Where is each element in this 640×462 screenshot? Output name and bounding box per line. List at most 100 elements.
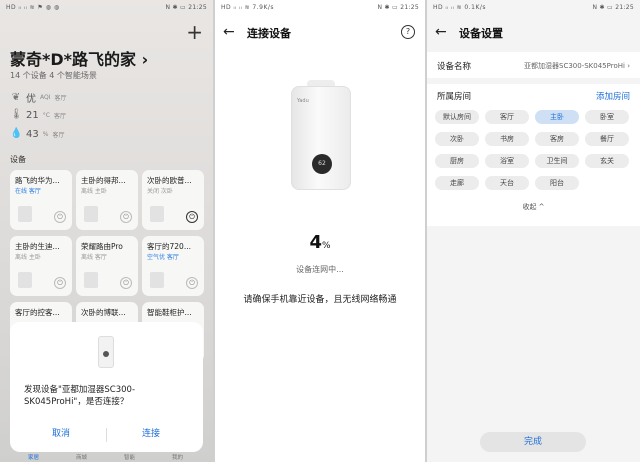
progress-percent: 4% [215,232,425,253]
power-icon[interactable]: ⏻ [186,277,198,289]
device-thumbnail [18,272,32,288]
power-icon[interactable]: ⏻ [120,277,132,289]
status-bar: HD ᵢₗ ᵢₗ ≋ 7.9K/s N ✱ ▭ 21:25 [215,0,425,14]
status-left: HD ᵢₗ ᵢₗ ≋ 7.9K/s [221,4,275,11]
air-room: 客厅 [54,95,67,102]
room-chip[interactable]: 卫生间 [535,154,579,168]
device-card-name: 智能鞋柜护... [147,308,192,317]
tab-smart[interactable]: 智能 [124,453,135,461]
room-chip[interactable]: 浴室 [485,154,529,168]
temp-unit: °C [42,111,50,119]
room-chip[interactable]: 默认房间 [435,110,479,124]
room-chip[interactable]: 餐厅 [585,132,629,146]
device-settings-screen: HD ᵢₗ ᵢₗ ≋ 0.1K/s N ✱ ▭ 21:25 ← 设备设置 设备名… [427,0,640,462]
status-left: HD ᵢₗ ᵢₗ ≋ ⚑ ◍ ◍ [6,4,60,11]
room-chip[interactable]: 主卧 [535,110,579,124]
nav-bar: ← 连接设备 ? [215,22,425,44]
room-label: 所属房间 [437,92,472,102]
humidity-value: 43 [26,128,39,140]
device-name-text: 亚都加湿器SC300-SK045ProHi [524,62,625,70]
room-chip[interactable]: 卧室 [585,110,629,124]
room-chip[interactable]: 客厅 [485,110,529,124]
back-arrow-icon[interactable]: ← [223,22,235,42]
dialog-message: 发现设备"亚都加湿器SC300-SK045ProHi"，是否连接？ [24,385,136,407]
device-card[interactable]: 主卧的生迪... 离线 主卧 ⏻ [10,236,72,296]
device-name-value: 亚都加湿器SC300-SK045ProHi › [524,61,630,71]
add-icon[interactable]: + [186,22,203,42]
device-card[interactable]: 荣耀路由Pro 离线 客厅 ⏻ [76,236,138,296]
dialog-buttons: 取消 连接 [10,426,203,444]
proximity-tip: 请确保手机靠近设备，且无线网络畅通 [243,295,397,305]
leaf-icon: ❦ [11,91,21,103]
device-thumbnail [150,272,164,288]
page-title: 连接设备 [247,27,291,40]
device-card-status: 关闭 次卧 [147,188,173,195]
humidifier-thumbnail [98,336,114,368]
temp-value: 21 [26,109,39,121]
devices-section-label: 设备 [10,155,26,164]
power-icon[interactable]: ⏻ [120,211,132,223]
air-value: 优 [26,94,36,105]
collapse-toggle[interactable]: 收起 ^ [427,202,640,212]
help-icon[interactable]: ? [401,25,415,39]
percent-value: 4 [309,232,322,253]
humidifier-brand: Yadu [297,98,309,104]
room-chip[interactable]: 天台 [485,176,529,190]
tab-mall[interactable]: 商城 [76,453,87,461]
device-card-status: 离线 主卧 [15,254,41,261]
device-card[interactable]: 客厅的720... 空气优 客厅 ⏻ [142,236,204,296]
device-card-status: 在线 客厅 [15,188,41,195]
air-unit: AQI [40,94,51,101]
room-chip[interactable]: 玄关 [585,154,629,168]
chevron-right-icon: › [627,62,630,70]
room-chip[interactable]: 次卧 [435,132,479,146]
device-thumbnail [84,206,98,222]
status-bar: HD ᵢₗ ᵢₗ ≋ 0.1K/s N ✱ ▭ 21:25 [427,0,640,14]
connect-device-screen: HD ᵢₗ ᵢₗ ≋ 7.9K/s N ✱ ▭ 21:25 ← 连接设备 ? Y… [215,0,425,462]
done-button[interactable]: 完成 [480,432,586,452]
device-card-name: 主卧的得邦... [81,176,126,185]
device-name-label: 设备名称 [437,62,472,72]
humidity-row: 💧 43 % 客厅 [10,128,64,140]
status-bar: HD ᵢₗ ᵢₗ ≋ ⚑ ◍ ◍ N ✱ ▭ 21:25 [0,0,213,14]
air-quality-row: ❦ 优 AQI 客厅 [10,90,67,106]
tab-home[interactable]: 家居 [28,453,39,461]
room-chip[interactable]: 客房 [535,132,579,146]
power-icon[interactable]: ⏻ [54,277,66,289]
room-chip[interactable]: 阳台 [535,176,579,190]
room-chip[interactable]: 书房 [485,132,529,146]
device-card[interactable]: 路飞的华为... 在线 客厅 ⏻ [10,170,72,230]
device-card-status: 离线 客厅 [81,254,107,261]
power-icon[interactable]: ⏻ [54,211,66,223]
device-card-name: 路飞的华为... [15,176,60,185]
device-thumbnail [84,272,98,288]
room-chip[interactable]: 走廊 [435,176,479,190]
bottom-tab-bar: 家居 商城 智能 我的 [0,452,213,462]
connect-button[interactable]: 连接 [142,426,160,439]
status-right: N ✱ ▭ 21:25 [377,4,419,11]
device-card[interactable]: 次卧的欧普... 关闭 次卧 ⏻ [142,170,204,230]
device-thumbnail [150,206,164,222]
device-card[interactable]: 主卧的得邦... 离线 主卧 ⏻ [76,170,138,230]
tab-me[interactable]: 我的 [172,453,183,461]
status-left: HD ᵢₗ ᵢₗ ≋ 0.1K/s [433,4,487,11]
dialog-divider [106,428,107,442]
device-card-name: 次卧的博联... [81,308,126,317]
power-icon[interactable]: ⏻ [186,211,198,223]
device-thumbnail [18,206,32,222]
home-title[interactable]: 蒙奇*D*路飞的家 › [10,46,148,70]
cancel-button[interactable]: 取消 [52,426,70,439]
home-title-text: 蒙奇*D*路飞的家 [10,50,137,69]
back-arrow-icon[interactable]: ← [435,22,447,42]
device-found-dialog: 发现设备"亚都加湿器SC300-SK045ProHi"，是否连接？ 取消 连接 [10,322,203,452]
device-name-row[interactable]: 设备名称 亚都加湿器SC300-SK045ProHi › [427,52,640,78]
home-screen: HD ᵢₗ ᵢₗ ≋ ⚑ ◍ ◍ N ✱ ▭ 21:25 + 蒙奇*D*路飞的家… [0,0,213,462]
page-title: 设备设置 [459,27,503,40]
room-chip[interactable]: 厨房 [435,154,479,168]
status-right: N ✱ ▭ 21:25 [592,4,634,11]
thermometer-icon: 🌡 [10,109,23,120]
humidity-room: 客厅 [52,131,65,139]
temp-room: 客厅 [53,112,66,120]
percent-unit: % [321,241,331,251]
add-room-link[interactable]: 添加房间 [596,90,630,102]
